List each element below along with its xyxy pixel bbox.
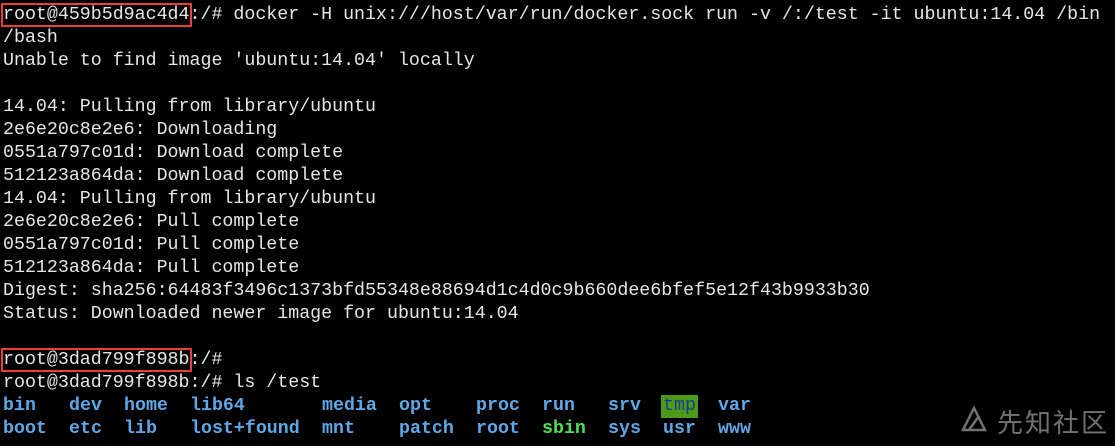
terminal-line-text: 2e6e20c8e2e6: Downloading: [3, 120, 278, 140]
terminal-line-text: :/# docker -H unix:///host/var/run/docke…: [189, 5, 1101, 25]
ls-entry-www: www: [718, 419, 751, 439]
terminal-line: /bash: [3, 27, 1115, 50]
terminal-line: root@3dad799f898b:/#: [1, 348, 1115, 372]
terminal-line-text: Unable to find image 'ubuntu:14.04' loca…: [3, 51, 475, 71]
terminal-line: root@459b5d9ac4d4:/# docker -H unix:///h…: [1, 3, 1115, 27]
terminal-line: 0551a797c01d: Download complete: [3, 142, 1115, 165]
ls-entry-etc: etc: [69, 419, 102, 439]
ls-entry-var: var: [718, 396, 751, 416]
terminal-output: root@459b5d9ac4d4:/# docker -H unix:///h…: [1, 3, 1115, 395]
terminal-line-text: 0551a797c01d: Download complete: [3, 143, 344, 163]
ls-entry-usr: usr: [663, 419, 696, 439]
terminal-line-text: 14.04: Pulling from library/ubuntu: [3, 97, 376, 117]
terminal-line-text: 0551a797c01d: Pull complete: [3, 235, 300, 255]
ls-entry-boot: boot: [3, 419, 47, 439]
terminal-line: Status: Downloaded newer image for ubunt…: [3, 303, 1115, 326]
terminal-window[interactable]: root@459b5d9ac4d4:/# docker -H unix:///h…: [0, 0, 1115, 446]
ls-entry-dev: dev: [69, 396, 102, 416]
terminal-line: Digest: sha256:64483f3496c1373bfd55348e8…: [3, 280, 1115, 303]
ls-entry-root: root: [476, 419, 520, 439]
terminal-line: 512123a864da: Pull complete: [3, 257, 1115, 280]
xianzhi-logo-icon: [959, 404, 989, 439]
highlighted-prompt-hostname: root@459b5d9ac4d4: [1, 3, 192, 27]
ls-row: bin dev home lib64 media opt proc run srv tmp var: [3, 395, 1115, 418]
terminal-line-text: Digest: sha256:64483f3496c1373bfd55348e8…: [3, 281, 870, 301]
ls-entry-lib64: lib64: [190, 396, 245, 416]
ls-entry-mnt: mnt: [322, 419, 355, 439]
terminal-line-text: root@3dad799f898b:/# ls /test: [3, 373, 322, 393]
terminal-line-text: 2e6e20c8e2e6: Pull complete: [3, 212, 300, 232]
terminal-line-text: Status: Downloaded newer image for ubunt…: [3, 304, 519, 324]
terminal-line: 512123a864da: Download complete: [3, 165, 1115, 188]
ls-entry-tmp: tmp: [661, 395, 698, 418]
terminal-line: root@3dad799f898b:/# ls /test: [3, 372, 1115, 395]
ls-entry-sbin: sbin: [542, 419, 586, 439]
ls-row: boot etc lib lost+found mnt patch root sbin sys u…: [3, 418, 1115, 441]
terminal-line-text: 512123a864da: Download complete: [3, 166, 344, 186]
ls-entry-bin: bin: [3, 396, 36, 416]
ls-entry-proc: proc: [476, 396, 520, 416]
terminal-line: 14.04: Pulling from library/ubuntu: [3, 96, 1115, 119]
terminal-line-text: 512123a864da: Pull complete: [3, 258, 300, 278]
terminal-line: Unable to find image 'ubuntu:14.04' loca…: [3, 50, 1115, 73]
ls-entry-home: home: [124, 396, 168, 416]
highlighted-prompt-hostname: root@3dad799f898b: [1, 348, 192, 372]
watermark: 先知社区: [959, 403, 1109, 440]
ls-entry-patch: patch: [399, 419, 454, 439]
ls-entry-srv: srv: [608, 396, 641, 416]
terminal-line-text: 14.04: Pulling from library/ubuntu: [3, 189, 376, 209]
ls-entry-media: media: [322, 396, 377, 416]
terminal-line: 0551a797c01d: Pull complete: [3, 234, 1115, 257]
ls-output: bin dev home lib64 media opt proc run srv tmp var b…: [3, 395, 1115, 441]
terminal-line: 2e6e20c8e2e6: Downloading: [3, 119, 1115, 142]
watermark-text: 先知社区: [996, 409, 1109, 439]
terminal-line-text: :/#: [189, 350, 223, 370]
ls-entry-sys: sys: [608, 419, 641, 439]
ls-entry-opt: opt: [399, 396, 432, 416]
terminal-line: 2e6e20c8e2e6: Pull complete: [3, 211, 1115, 234]
ls-entry-lib: lib: [124, 419, 157, 439]
ls-entry-lost-found: lost+found: [190, 419, 300, 439]
ls-entry-run: run: [542, 396, 575, 416]
terminal-line-text: /bash: [3, 28, 58, 48]
terminal-line: 14.04: Pulling from library/ubuntu: [3, 188, 1115, 211]
